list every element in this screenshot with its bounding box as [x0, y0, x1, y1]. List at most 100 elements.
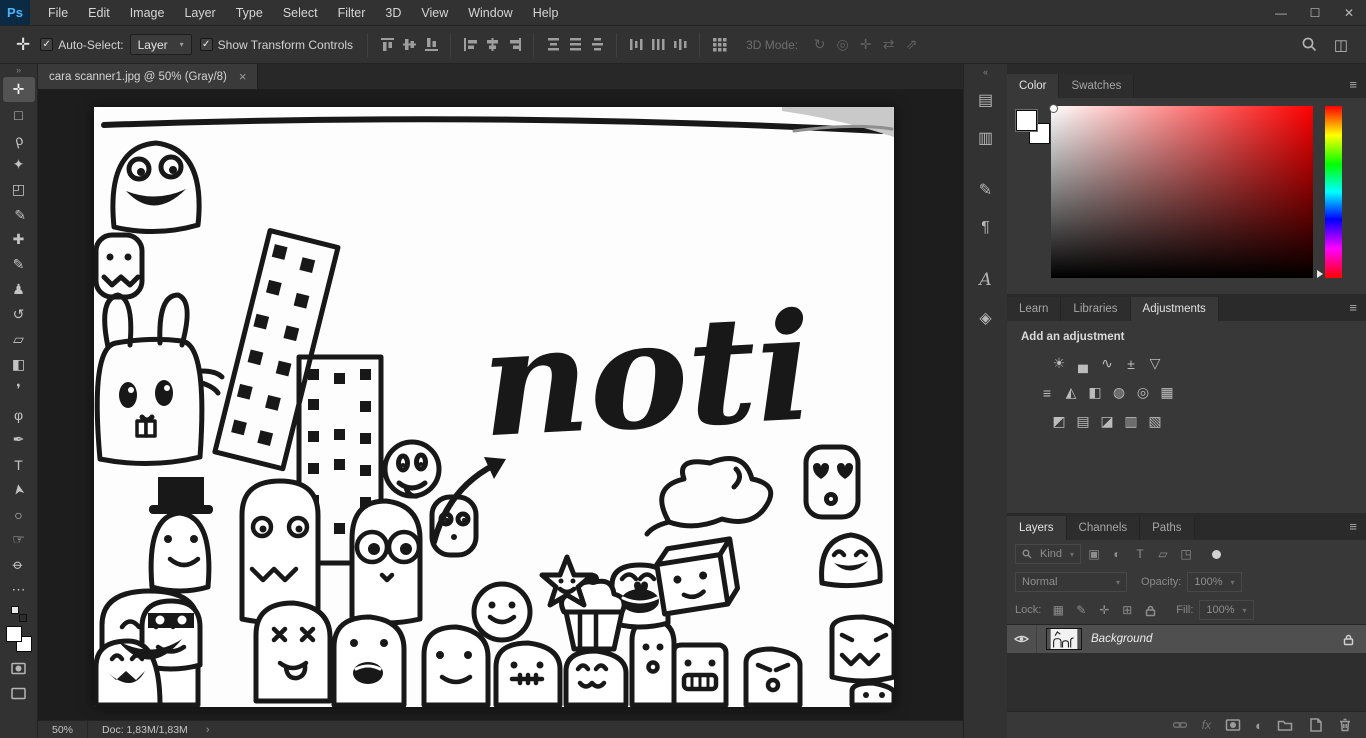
- new-adjustment-layer-icon[interactable]: ◐: [1255, 718, 1263, 733]
- filter-type-layers-icon[interactable]: T: [1130, 545, 1150, 563]
- hue-saturation-icon[interactable]: ≡: [1035, 382, 1059, 403]
- show-transform-checkbox[interactable]: ✓: [199, 38, 213, 51]
- minimize-button[interactable]: —: [1264, 0, 1298, 26]
- color-picker-marker[interactable]: [1049, 104, 1058, 113]
- layer-lock-icon[interactable]: [1342, 633, 1355, 646]
- lock-all-icon[interactable]: [1140, 601, 1160, 619]
- menu-filter[interactable]: Filter: [328, 0, 376, 26]
- distribute-right-edges-icon[interactable]: [672, 36, 689, 53]
- invert-icon[interactable]: ◩: [1047, 411, 1071, 432]
- screen-mode-button[interactable]: [10, 685, 27, 702]
- brightness-contrast-icon[interactable]: ☀: [1047, 353, 1071, 374]
- selective-color-icon[interactable]: ▧: [1143, 411, 1167, 432]
- align-horizontal-centers-icon[interactable]: [484, 36, 501, 53]
- fill-dropdown[interactable]: 100% ▾: [1199, 600, 1254, 620]
- status-options-chevron[interactable]: ›: [202, 724, 214, 736]
- lock-pixels-icon[interactable]: ✎: [1071, 601, 1091, 619]
- distribute-horizontal-centers-icon[interactable]: [650, 36, 667, 53]
- crop-tool[interactable]: ◰: [3, 177, 35, 202]
- tab-paths[interactable]: Paths: [1140, 516, 1195, 540]
- menu-3d[interactable]: 3D: [375, 0, 411, 26]
- distribute-top-edges-icon[interactable]: [545, 36, 562, 53]
- color-balance-icon[interactable]: ◭: [1059, 382, 1083, 403]
- dodge-tool[interactable]: φ: [3, 402, 35, 427]
- paragraph-panel-icon[interactable]: ¶: [969, 212, 1003, 244]
- blend-mode-dropdown[interactable]: Normal ▾: [1015, 572, 1127, 592]
- foreground-color-well[interactable]: [1016, 110, 1037, 131]
- panel-menu-icon[interactable]: ≡: [1340, 297, 1366, 321]
- history-brush-tool[interactable]: ↺: [3, 302, 35, 327]
- link-layers-icon[interactable]: [1172, 717, 1188, 733]
- menu-help[interactable]: Help: [523, 0, 569, 26]
- blur-tool[interactable]: ❜: [3, 377, 35, 402]
- filter-pixel-layers-icon[interactable]: ▣: [1084, 545, 1104, 563]
- pen-tool[interactable]: ✒: [3, 427, 35, 452]
- distribute-spacing-icon[interactable]: [711, 36, 728, 53]
- lock-position-icon[interactable]: ✛: [1094, 601, 1114, 619]
- rectangular-marquee-tool[interactable]: □: [3, 102, 35, 127]
- menu-file[interactable]: File: [38, 0, 78, 26]
- menu-layer[interactable]: Layer: [174, 0, 225, 26]
- exposure-icon[interactable]: ±: [1119, 353, 1143, 374]
- filter-adjustment-layers-icon[interactable]: ◐: [1107, 545, 1127, 563]
- layer-style-icon[interactable]: fx: [1202, 718, 1211, 732]
- tab-channels[interactable]: Channels: [1066, 516, 1141, 540]
- swatches-panel-icon[interactable]: ▥: [969, 122, 1003, 154]
- search-icon[interactable]: [1301, 36, 1318, 53]
- layer-row-background[interactable]: Background: [1007, 625, 1366, 653]
- eyedropper-tool[interactable]: ✐: [3, 202, 35, 227]
- restore-button[interactable]: ☐: [1298, 0, 1332, 26]
- gradient-tool[interactable]: ◧: [3, 352, 35, 377]
- panel-expand-icon[interactable]: «: [983, 67, 988, 81]
- type-tool[interactable]: T: [3, 452, 35, 477]
- align-left-edges-icon[interactable]: [462, 36, 479, 53]
- foreground-color-swatch[interactable]: [5, 626, 22, 642]
- hue-slider-marker[interactable]: [1317, 270, 1323, 278]
- default-colors-icon[interactable]: [10, 606, 27, 622]
- tab-close-icon[interactable]: ×: [239, 69, 247, 84]
- spot-healing-brush-tool[interactable]: ✚: [3, 227, 35, 252]
- zoom-level[interactable]: 50%: [38, 721, 89, 738]
- document-canvas[interactable]: noti: [94, 107, 894, 707]
- align-right-edges-icon[interactable]: [506, 36, 523, 53]
- tab-learn[interactable]: Learn: [1007, 297, 1062, 321]
- layer-filter-kind-dropdown[interactable]: Kind ▾: [1015, 544, 1082, 564]
- clone-stamp-tool[interactable]: ♟: [3, 277, 35, 302]
- auto-select-checkbox[interactable]: ✓: [40, 38, 54, 51]
- align-top-edges-icon[interactable]: [379, 36, 396, 53]
- lock-artboard-icon[interactable]: ⊞: [1117, 601, 1137, 619]
- tab-libraries[interactable]: Libraries: [1061, 297, 1131, 321]
- filter-smart-objects-icon[interactable]: ◳: [1176, 545, 1196, 563]
- quick-selection-tool[interactable]: ✦: [3, 152, 35, 177]
- layer-name[interactable]: Background: [1091, 633, 1152, 645]
- new-layer-icon[interactable]: [1307, 717, 1323, 733]
- menu-edit[interactable]: Edit: [78, 0, 120, 26]
- layer-visibility-toggle[interactable]: [1007, 625, 1037, 653]
- menu-window[interactable]: Window: [458, 0, 522, 26]
- quick-mask-button[interactable]: [10, 660, 27, 677]
- lasso-tool[interactable]: ρ: [3, 127, 35, 152]
- document-tab[interactable]: cara scanner1.jpg @ 50% (Gray/8) ×: [38, 64, 259, 89]
- menu-select[interactable]: Select: [273, 0, 328, 26]
- threshold-icon[interactable]: ◪: [1095, 411, 1119, 432]
- align-vertical-centers-icon[interactable]: [401, 36, 418, 53]
- distribute-left-edges-icon[interactable]: [628, 36, 645, 53]
- add-layer-mask-icon[interactable]: [1225, 717, 1241, 733]
- panel-menu-icon[interactable]: ≡: [1340, 74, 1366, 98]
- auto-select-target-dropdown[interactable]: Layer ▾: [129, 34, 192, 55]
- zoom-tool[interactable]: ⌀: [3, 552, 35, 577]
- panel-menu-icon[interactable]: ≡: [1340, 516, 1366, 540]
- layer-thumbnail[interactable]: [1046, 628, 1082, 650]
- filter-shape-layers-icon[interactable]: ▱: [1153, 545, 1173, 563]
- channel-mixer-icon[interactable]: ◎: [1131, 382, 1155, 403]
- tab-layers[interactable]: Layers: [1007, 516, 1067, 540]
- ellipse-tool[interactable]: ○: [3, 502, 35, 527]
- curves-icon[interactable]: ∿: [1095, 353, 1119, 374]
- menu-view[interactable]: View: [411, 0, 458, 26]
- color-lookup-icon[interactable]: ▦: [1155, 382, 1179, 403]
- move-tool[interactable]: ✛: [2, 77, 35, 102]
- canvas-viewport[interactable]: noti: [38, 90, 963, 720]
- tab-swatches[interactable]: Swatches: [1059, 74, 1135, 98]
- align-bottom-edges-icon[interactable]: [423, 36, 440, 53]
- hand-tool[interactable]: ☞: [3, 527, 35, 552]
